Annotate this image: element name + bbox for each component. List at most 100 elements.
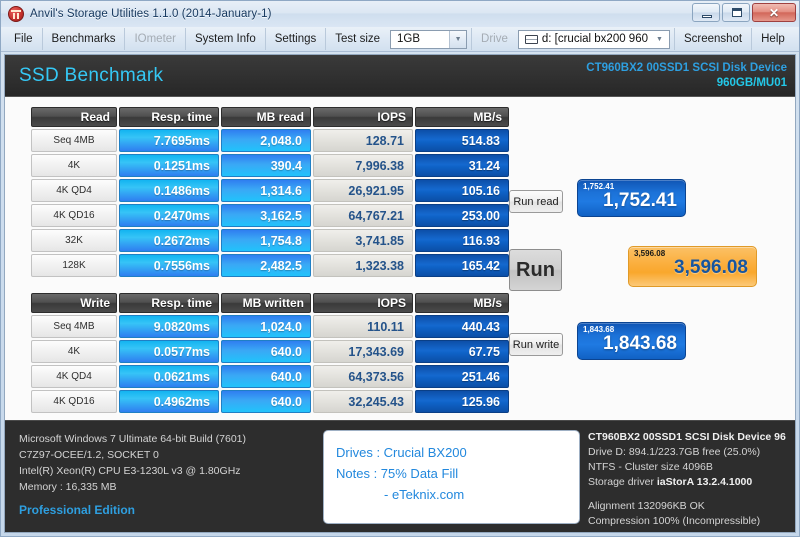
cell-mbs: 125.96 (415, 390, 509, 413)
footer-panel: Microsoft Windows 7 Ultimate 64-bit Buil… (5, 420, 795, 532)
cell-mbs: 251.46 (415, 365, 509, 388)
read-col-mb-read: MB read (221, 107, 311, 127)
cell-resp: 0.2672ms (119, 229, 219, 252)
run-read-button[interactable]: Run read (509, 190, 563, 213)
notes-drives-line: Drives : Crucial BX200 (336, 445, 467, 460)
table-row: 4K 0.1251ms 390.4 7,996.38 31.24 (31, 154, 509, 177)
cell-resp: 7.7695ms (119, 129, 219, 152)
drive-select[interactable]: d: [crucial bx200 960 ▼ (517, 29, 670, 49)
memory-line: Memory : 16,335 MB (19, 481, 117, 493)
menu-bar: File Benchmarks IOmeter System Info Sett… (1, 27, 799, 52)
window-controls: ✕ (692, 3, 796, 22)
row-label: 128K (31, 254, 117, 277)
row-label: Seq 4MB (31, 129, 117, 152)
driver-label: Storage driver (588, 476, 654, 488)
table-row: 32K 0.2672ms 1,754.8 3,741.85 116.93 (31, 229, 509, 252)
table-row: Seq 4MB 9.0820ms 1,024.0 110.11 440.43 (31, 315, 509, 338)
run-button[interactable]: Run (509, 249, 562, 291)
table-row: 128K 0.7556ms 2,482.5 1,323.38 165.42 (31, 254, 509, 277)
cell-resp: 0.1486ms (119, 179, 219, 202)
cell-resp: 9.0820ms (119, 315, 219, 338)
motherboard-line: C7Z97-OCEE/1.2, SOCKET 0 (19, 449, 159, 461)
drive-fs-line: NTFS - Cluster size 4096B (588, 461, 713, 473)
cell-mb: 640.0 (221, 340, 311, 363)
cell-resp: 0.0621ms (119, 365, 219, 388)
table-row: 4K QD16 0.4962ms 640.0 32,245.43 125.96 (31, 390, 509, 413)
read-col-mbs: MB/s (415, 107, 509, 127)
cell-iops: 26,921.95 (313, 179, 413, 202)
row-label: 4K QD16 (31, 204, 117, 227)
read-col-iops: IOPS (313, 107, 413, 127)
maximize-button[interactable] (722, 3, 750, 22)
menu-item-iometer: IOmeter (124, 28, 185, 50)
cell-iops: 17,343.69 (313, 340, 413, 363)
device-capacity: 960GB/MU01 (716, 76, 787, 89)
window-title: Anvil's Storage Utilities 1.1.0 (2014-Ja… (30, 8, 272, 20)
cell-resp: 0.1251ms (119, 154, 219, 177)
cell-iops: 32,245.43 (313, 390, 413, 413)
drive-icon (524, 34, 538, 44)
run-write-button[interactable]: Run write (509, 333, 563, 356)
cell-mbs: 105.16 (415, 179, 509, 202)
cpu-line: Intel(R) Xeon(R) CPU E3-1230L v3 @ 1.80G… (19, 465, 241, 477)
device-name: CT960BX2 00SSD1 SCSI Disk Device (586, 62, 787, 75)
page-title: SSD Benchmark (19, 64, 164, 86)
drive-info: CT960BX2 00SSD1 SCSI Disk Device 96 Driv… (588, 430, 791, 529)
row-label: Seq 4MB (31, 315, 117, 338)
cell-mb: 390.4 (221, 154, 311, 177)
close-button[interactable]: ✕ (752, 3, 796, 22)
title-bar: Anvil's Storage Utilities 1.1.0 (2014-Ja… (1, 1, 799, 27)
read-score-box: 1,752.41 1,752.41 (577, 179, 686, 217)
chevron-down-icon[interactable]: ▼ (656, 31, 663, 48)
read-score-value: 1,752.41 (603, 190, 677, 211)
drive-value-wrap: d: [crucial bx200 960 ▼ (519, 31, 669, 48)
cell-mbs: 514.83 (415, 129, 509, 152)
cell-mb: 1,314.6 (221, 179, 311, 202)
minimize-icon (702, 15, 712, 18)
row-label: 4K (31, 340, 117, 363)
cell-mb: 2,048.0 (221, 129, 311, 152)
menu-item-file[interactable]: File (5, 28, 42, 50)
menu-item-benchmarks[interactable]: Benchmarks (41, 28, 125, 50)
score-panel: Run read 1,752.41 1,752.41 Run 3,596.08 … (505, 97, 795, 420)
read-col-read: Read (31, 107, 117, 127)
minimize-button[interactable] (692, 3, 720, 22)
drive-device-line: CT960BX2 00SSD1 SCSI Disk Device 96 (588, 431, 786, 443)
drive-compression-line: Compression 100% (Incompressible) (588, 515, 761, 527)
write-col-iops: IOPS (313, 293, 413, 313)
cell-iops: 110.11 (313, 315, 413, 338)
cell-resp: 0.7556ms (119, 254, 219, 277)
cell-mb: 1,024.0 (221, 315, 311, 338)
read-results-table: Read Resp. time MB read IOPS MB/s Seq 4M… (29, 105, 511, 279)
write-col-resp-time: Resp. time (119, 293, 219, 313)
row-label: 4K QD16 (31, 390, 117, 413)
cell-mb: 2,482.5 (221, 254, 311, 277)
drive-label: Drive (471, 28, 514, 50)
table-row: 4K QD16 0.2470ms 3,162.5 64,767.21 253.0… (31, 204, 509, 227)
drive-free-line: Drive D: 894.1/223.7GB free (25.0%) (588, 446, 761, 458)
cell-resp: 0.2470ms (119, 204, 219, 227)
app-window: Anvil's Storage Utilities 1.1.0 (2014-Ja… (0, 0, 800, 537)
chevron-down-icon[interactable]: ▼ (449, 30, 467, 48)
table-row: Seq 4MB 7.7695ms 2,048.0 128.71 514.83 (31, 129, 509, 152)
menu-item-system-info[interactable]: System Info (185, 28, 265, 50)
device-info: CT960BX2 00SSD1 SCSI Disk Device 960GB/M… (586, 61, 787, 90)
row-label: 4K (31, 154, 117, 177)
cell-mb: 640.0 (221, 390, 311, 413)
total-score-value: 3,596.08 (674, 257, 748, 278)
notes-box[interactable]: Drives : Crucial BX200 Notes : 75% Data … (323, 430, 580, 524)
write-score-value: 1,843.68 (603, 333, 677, 354)
cell-iops: 3,741.85 (313, 229, 413, 252)
row-label: 4K QD4 (31, 365, 117, 388)
drive-alignment-line: Alignment 132096KB OK (588, 500, 705, 512)
menu-item-settings[interactable]: Settings (264, 28, 326, 50)
total-score-box: 3,596.08 3,596.08 (628, 246, 757, 287)
cell-resp: 0.0577ms (119, 340, 219, 363)
test-size-select[interactable]: 1GB ▼ (390, 29, 468, 49)
cell-mbs: 253.00 (415, 204, 509, 227)
row-label: 32K (31, 229, 117, 252)
row-label: 4K QD4 (31, 179, 117, 202)
cell-mb: 1,754.8 (221, 229, 311, 252)
menu-item-help[interactable]: Help (751, 28, 794, 50)
menu-item-screenshot[interactable]: Screenshot (673, 28, 751, 50)
